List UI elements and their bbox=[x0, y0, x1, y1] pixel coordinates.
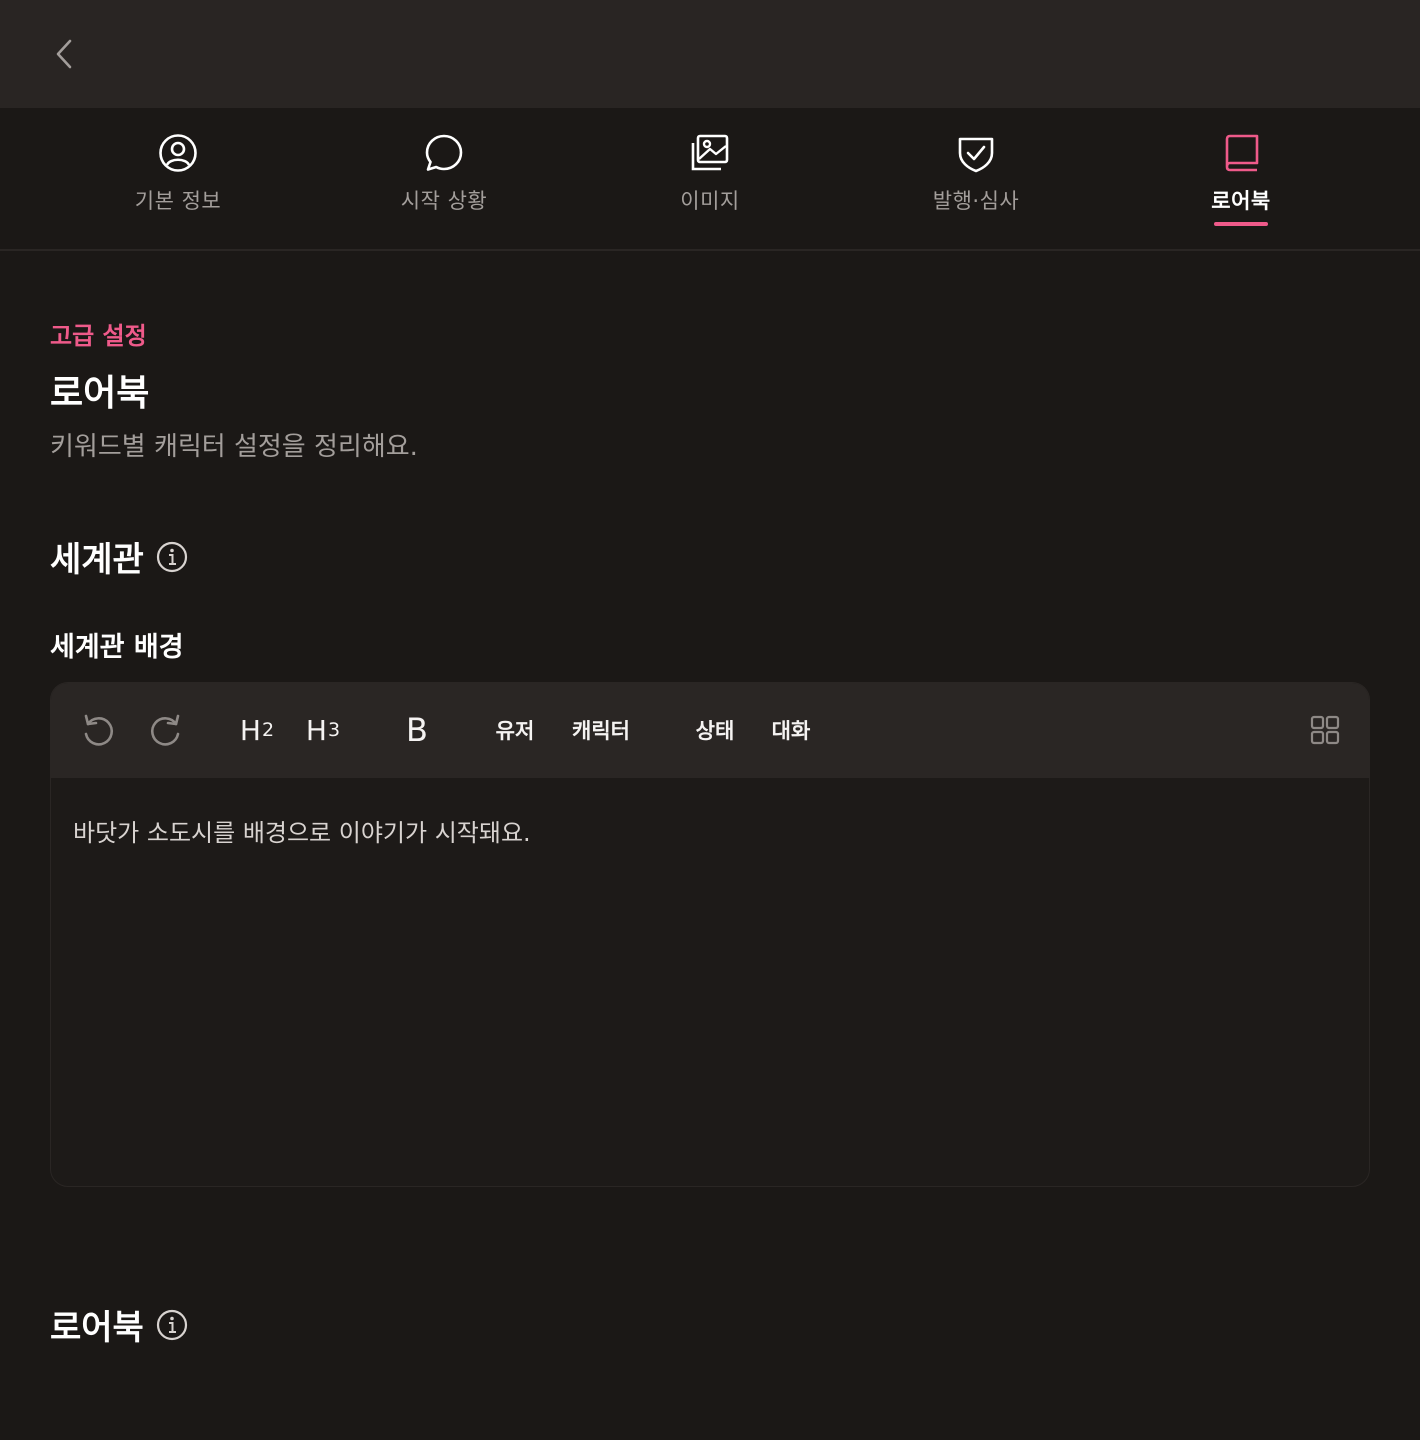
info-icon[interactable] bbox=[156, 541, 188, 573]
lorebook-section-title: 로어북 bbox=[50, 1300, 188, 1349]
undo-button[interactable] bbox=[75, 707, 121, 753]
heading-3-button[interactable]: H3 bbox=[299, 707, 347, 753]
tab-basic-info[interactable]: 기본 정보 bbox=[45, 108, 311, 249]
page-title: 로어북 bbox=[50, 373, 150, 414]
tab-label: 로어북 bbox=[1211, 189, 1271, 213]
grid-icon bbox=[1310, 715, 1340, 745]
tab-start-situation[interactable]: 시작 상황 bbox=[311, 108, 577, 249]
undo-icon bbox=[84, 714, 114, 746]
page-description: 키워드별 캐릭터 설정을 정리해요. bbox=[50, 432, 418, 462]
more-tools-button[interactable] bbox=[1303, 707, 1347, 753]
tab-image[interactable]: 이미지 bbox=[577, 108, 843, 249]
shield-check-icon bbox=[956, 133, 996, 173]
heading-2-label: H bbox=[239, 713, 261, 747]
chevron-left-icon bbox=[56, 39, 72, 69]
redo-button[interactable] bbox=[143, 707, 189, 753]
section-eyebrow: 고급 설정 bbox=[50, 322, 147, 350]
heading-2-button[interactable]: H2 bbox=[233, 707, 281, 753]
bold-button[interactable]: B bbox=[395, 707, 439, 753]
insert-character-button[interactable]: 캐릭터 bbox=[565, 707, 637, 753]
info-icon[interactable] bbox=[156, 1309, 188, 1341]
top-bar bbox=[0, 0, 1420, 108]
editor-toolbar: H2 H3 B 유저 캐릭터 상태 대화 bbox=[51, 683, 1369, 778]
heading-3-subscript: 3 bbox=[327, 719, 341, 741]
tab-label: 시작 상황 bbox=[400, 189, 488, 213]
worldview-section-title: 세계관 bbox=[50, 532, 188, 581]
redo-icon bbox=[150, 714, 180, 746]
tab-bar: 기본 정보 시작 상황 이미지 발행·심사 로어북 bbox=[0, 108, 1420, 251]
tab-label: 이미지 bbox=[680, 189, 740, 213]
tab-label: 기본 정보 bbox=[134, 189, 222, 213]
rich-text-editor: H2 H3 B 유저 캐릭터 상태 대화 바닷가 소도시를 배경으로 이야기가 … bbox=[50, 682, 1370, 1187]
heading-2-subscript: 2 bbox=[261, 719, 275, 741]
insert-dialogue-button[interactable]: 대화 bbox=[763, 707, 819, 753]
insert-user-button[interactable]: 유저 bbox=[487, 707, 543, 753]
worldview-title-text: 세계관 bbox=[50, 540, 144, 580]
image-icon bbox=[690, 133, 730, 173]
editor-content[interactable]: 바닷가 소도시를 배경으로 이야기가 시작돼요. bbox=[73, 813, 531, 848]
worldview-background-label: 세계관 배경 bbox=[50, 632, 184, 663]
user-circle-icon bbox=[158, 133, 198, 173]
back-button[interactable] bbox=[40, 30, 88, 78]
heading-3-label: H bbox=[305, 713, 327, 747]
active-tab-indicator bbox=[1214, 222, 1268, 226]
tab-publish-review[interactable]: 발행·심사 bbox=[843, 108, 1109, 249]
book-icon bbox=[1221, 133, 1261, 173]
insert-status-button[interactable]: 상태 bbox=[687, 707, 743, 753]
tab-lorebook[interactable]: 로어북 bbox=[1108, 108, 1374, 249]
lorebook-title-text: 로어북 bbox=[50, 1308, 144, 1348]
tab-label: 발행·심사 bbox=[932, 189, 1020, 213]
chat-bubble-icon bbox=[424, 133, 464, 173]
